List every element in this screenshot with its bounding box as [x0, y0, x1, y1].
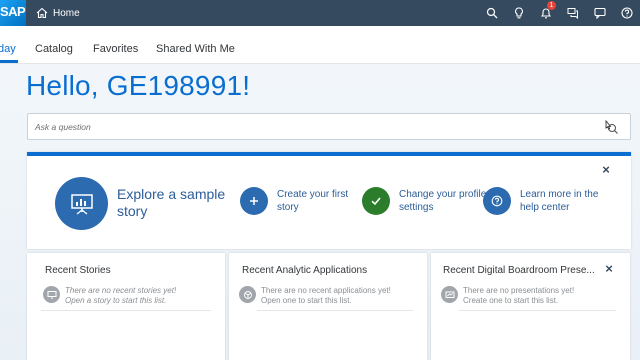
logo-text: SAP: [0, 4, 26, 19]
recent-boardroom-card: Recent Digital Boardroom Prese... × Ther…: [431, 253, 630, 360]
card-divider: [41, 310, 211, 311]
presentation-small-icon: [47, 290, 56, 299]
profile-settings-circle: [362, 187, 390, 215]
search-button[interactable]: [478, 0, 505, 26]
card-title: Recent Stories: [45, 265, 111, 276]
card-close-button[interactable]: ×: [602, 262, 616, 276]
home-label: Home: [53, 7, 80, 19]
boardroom-small-icon: [445, 291, 454, 298]
tab-catalog[interactable]: Catalog: [35, 43, 73, 55]
discussions-button[interactable]: [559, 0, 586, 26]
empty-message: There are no presentations yet! Create o…: [463, 286, 574, 306]
empty-state: There are no presentations yet! Create o…: [441, 286, 574, 306]
empty-line-2: Open a story to start this list.: [65, 296, 167, 305]
tab-shared-with-me[interactable]: Shared With Me: [156, 43, 235, 55]
help-icon: [620, 7, 633, 19]
plus-icon: [250, 197, 258, 205]
welcome-panel: × Explore a sample story Create your fir…: [27, 152, 631, 249]
empty-line-1: There are no recent stories yet!: [65, 286, 177, 295]
help-center-label: Learn more in the help center: [520, 189, 599, 213]
app-small-icon: [243, 290, 252, 299]
boardroom-icon: [441, 286, 458, 303]
create-story-label: Create your first story: [277, 189, 349, 213]
help-button[interactable]: [613, 0, 640, 26]
create-story-circle: [240, 187, 268, 215]
empty-message: There are no recent applications yet! Op…: [261, 286, 391, 306]
explore-sample-button[interactable]: [55, 177, 108, 230]
discussion-icon: [567, 8, 578, 19]
tab-favorites[interactable]: Favorites: [93, 43, 138, 55]
profile-settings-label: Change your profile settings: [399, 189, 487, 213]
empty-state: There are no recent stories yet! Open a …: [43, 286, 176, 306]
application-icon: [239, 286, 256, 303]
tab-today[interactable]: day: [0, 43, 16, 55]
recent-applications-card: Recent Analytic Applications There are n…: [229, 253, 427, 360]
explore-sample-label[interactable]: Explore a sample story: [117, 186, 237, 220]
page-title: Hello, GE198991!: [26, 70, 251, 101]
empty-state: There are no recent applications yet! Op…: [239, 286, 391, 306]
empty-line-2: Open one to start this list.: [261, 296, 352, 305]
card-divider: [257, 310, 413, 311]
recent-stories-card: Recent Stories There are no recent stori…: [27, 253, 225, 360]
create-story-action[interactable]: Create your first story: [240, 187, 367, 215]
help-center-action[interactable]: Learn more in the help center: [483, 187, 610, 215]
feedback-icon: [593, 7, 606, 19]
welcome-close-button[interactable]: ×: [599, 163, 613, 177]
card-divider: [459, 310, 616, 311]
check-icon: [371, 197, 381, 206]
empty-message: There are no recent stories yet! Open a …: [65, 286, 176, 306]
help-center-circle: [483, 187, 511, 215]
home-icon: [36, 7, 48, 19]
shell-bar: SAP Home 1: [0, 0, 640, 26]
active-tab-indicator: [0, 60, 18, 63]
ideas-button[interactable]: [505, 0, 532, 26]
empty-line-1: There are no presentations yet!: [463, 286, 575, 295]
card-title: Recent Analytic Applications: [242, 265, 368, 276]
notifications-button[interactable]: 1: [532, 0, 559, 26]
profile-settings-action[interactable]: Change your profile settings: [362, 187, 489, 215]
search-placeholder: Ask a question: [35, 122, 91, 132]
presentation-icon: [70, 193, 93, 215]
lightbulb-icon: [514, 7, 523, 19]
empty-line-1: There are no recent applications yet!: [261, 286, 391, 295]
search-icon: [486, 7, 497, 19]
story-icon: [43, 286, 60, 303]
card-title: Recent Digital Boardroom Prese...: [443, 265, 595, 276]
home-button[interactable]: Home: [36, 5, 80, 21]
feedback-button[interactable]: [586, 0, 613, 26]
ask-search-icon[interactable]: [602, 118, 620, 136]
question-icon: [491, 195, 503, 207]
shell-actions: 1: [478, 0, 640, 26]
notification-badge: 1: [547, 1, 556, 10]
tab-bar: day Catalog Favorites Shared With Me: [0, 26, 640, 64]
search-input[interactable]: Ask a question: [27, 113, 631, 140]
empty-line-2: Create one to start this list.: [463, 296, 559, 305]
